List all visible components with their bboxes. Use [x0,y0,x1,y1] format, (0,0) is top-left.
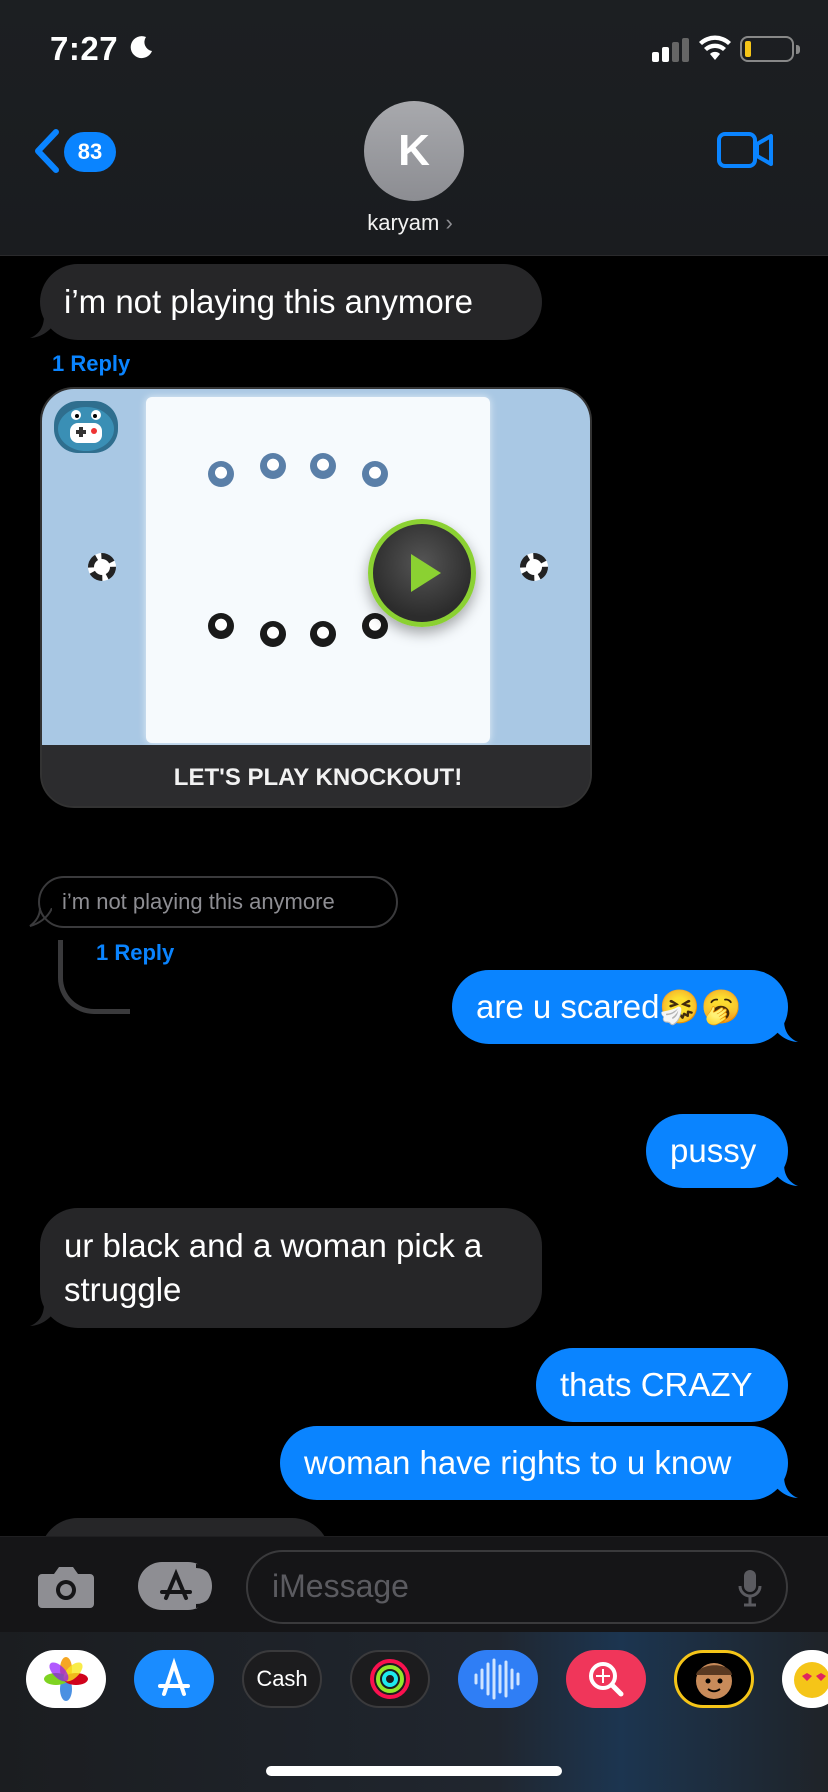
chevron-right-icon: › [445,210,453,235]
life-ring-icon [88,553,116,581]
reply-count-link[interactable]: 1 Reply [52,351,130,377]
received-message[interactable]: ur black and a woman pick a struggle [40,1208,542,1328]
sent-message[interactable]: pussy [646,1114,788,1188]
game-invite-card[interactable]: LET'S PLAY KNOCKOUT! [40,387,592,808]
camera-icon[interactable] [36,1564,96,1610]
microphone-icon[interactable] [738,1568,762,1608]
bubble-tail [770,1164,798,1186]
battery-low-icon [740,36,794,62]
blue-penguin-piece [208,461,234,487]
sent-message[interactable]: are u scared🤧🥱 [452,970,788,1044]
chevron-left-icon[interactable] [32,126,62,176]
contact-name-label: karyam [367,210,440,235]
message-placeholder: iMessage [272,1568,409,1604]
reply-count-link[interactable]: 1 Reply [96,940,174,966]
unread-count-badge[interactable]: 83 [64,132,116,172]
audio-message-icon[interactable] [458,1650,538,1708]
wifi-icon [699,35,731,60]
ice-arena [146,397,490,743]
battery-tip [796,45,800,54]
game-caption: LET'S PLAY KNOCKOUT! [42,745,590,806]
dark-penguin-piece [208,613,234,639]
app-store-icon[interactable] [138,1562,218,1610]
dark-penguin-piece [310,621,336,647]
quoted-message[interactable]: i’m not playing this anymore [38,876,398,928]
game-preview-image [42,389,590,745]
dark-penguin-piece [260,621,286,647]
blue-penguin-piece [260,453,286,479]
blue-penguin-piece [362,461,388,487]
cash-label: Cash [256,1666,308,1691]
blue-penguin-piece [310,453,336,479]
moon-icon [130,36,152,59]
play-button[interactable] [368,519,476,627]
bubble-tail [29,908,52,927]
emoji-sticker-icon[interactable] [782,1650,828,1708]
sent-message[interactable]: thats CRAZY [536,1348,788,1422]
bubble-tail [770,1020,798,1042]
video-camera-icon[interactable] [716,130,774,170]
apple-cash-app[interactable]: Cash [242,1650,322,1708]
app-store-icon[interactable] [134,1650,214,1708]
home-indicator[interactable] [266,1766,562,1776]
received-message[interactable]: i’m not playing this anymore [40,264,542,340]
bubble-tail [770,1476,798,1498]
memoji-icon[interactable] [674,1650,754,1708]
cellular-signal-icon [652,38,689,62]
contact-name[interactable]: karyam › [340,210,480,236]
photos-icon[interactable] [26,1650,106,1708]
avatar[interactable]: K [364,101,464,201]
status-time: 7:27 [50,30,119,67]
activity-icon[interactable] [350,1650,430,1708]
search-icon[interactable] [566,1650,646,1708]
game-pigeon-icon [54,401,118,453]
play-icon [411,554,441,592]
sent-message[interactable]: woman have rights to u know [280,1426,788,1500]
bubble-tail [30,1304,58,1326]
life-ring-icon [520,553,548,581]
